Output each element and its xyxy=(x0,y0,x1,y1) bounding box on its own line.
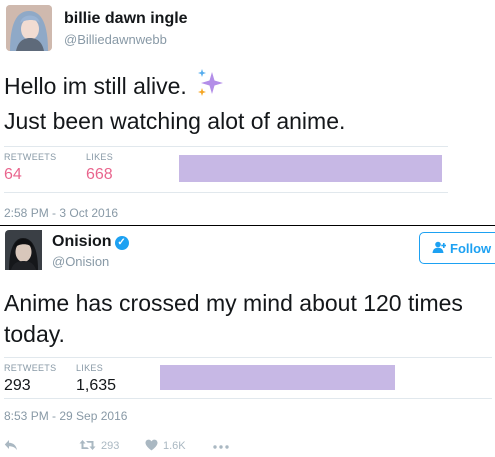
tweet-text: Anime has crossed my mind about 120 time… xyxy=(4,290,463,347)
retweets-count: 64 xyxy=(4,166,22,183)
verified-badge-icon: ✓ xyxy=(114,236,129,250)
tweet-text-line1: Hello im still alive. xyxy=(4,73,187,99)
likers-avatars-redacted xyxy=(179,155,442,182)
display-name-text: Onision xyxy=(52,233,112,250)
likes-label: LIKES xyxy=(86,152,114,162)
retweets-stat[interactable]: RETWEETS 64 xyxy=(4,152,56,184)
like-button[interactable]: 1.6K xyxy=(145,439,213,454)
likes-stat[interactable]: LIKES 668 xyxy=(86,152,113,184)
follow-button[interactable]: Follow xyxy=(419,232,495,264)
follow-person-icon xyxy=(432,241,447,256)
retweets-label: RETWEETS xyxy=(4,152,57,162)
heart-icon xyxy=(145,439,158,454)
retweets-label: RETWEETS xyxy=(4,363,57,373)
tweet-billie: billie dawn ingle @Billiedawnwebb Hello … xyxy=(0,0,495,226)
avatar[interactable] xyxy=(6,5,52,51)
like-count: 1.6K xyxy=(163,440,186,452)
timestamp[interactable]: 2:58 PM - 3 Oct 2016 xyxy=(4,206,118,220)
retweets-stat[interactable]: RETWEETS 293 xyxy=(4,363,56,395)
likes-count: 1,635 xyxy=(76,377,117,394)
retweet-button[interactable]: 293 xyxy=(79,439,145,454)
display-name[interactable]: Onision ✓ xyxy=(52,233,129,251)
display-name[interactable]: billie dawn ingle xyxy=(64,10,188,28)
handle[interactable]: @Onision xyxy=(52,254,109,269)
reply-icon xyxy=(4,439,18,454)
more-icon xyxy=(213,440,229,452)
tweet-actions: 293 1.6K xyxy=(4,438,264,454)
likes-stat[interactable]: LIKES 1,635 xyxy=(76,363,116,395)
avatar[interactable] xyxy=(5,230,51,276)
follow-label: Follow xyxy=(450,240,492,256)
tweet-onision: Onision ✓ @Onision Follow Anime has cross… xyxy=(0,226,495,457)
reply-button[interactable] xyxy=(4,439,79,454)
likes-count: 668 xyxy=(86,166,113,183)
retweets-count: 293 xyxy=(4,377,31,394)
tweet-stats: RETWEETS 64 LIKES 668 xyxy=(4,146,448,193)
timestamp[interactable]: 8:53 PM - 29 Sep 2016 xyxy=(4,409,127,423)
handle[interactable]: @Billiedawnwebb xyxy=(64,32,167,47)
more-button[interactable] xyxy=(213,440,229,452)
tweet-text: Hello im still alive. Just been watching… xyxy=(4,68,484,137)
sparkles-icon xyxy=(195,68,225,106)
likes-label: LIKES xyxy=(76,363,104,373)
retweet-icon xyxy=(79,439,96,454)
tweet-text-line2: Just been watching alot of anime. xyxy=(4,108,346,134)
likers-avatars-redacted xyxy=(160,365,395,390)
tweet-stats: RETWEETS 293 LIKES 1,635 xyxy=(4,357,492,399)
retweet-count: 293 xyxy=(101,440,120,452)
